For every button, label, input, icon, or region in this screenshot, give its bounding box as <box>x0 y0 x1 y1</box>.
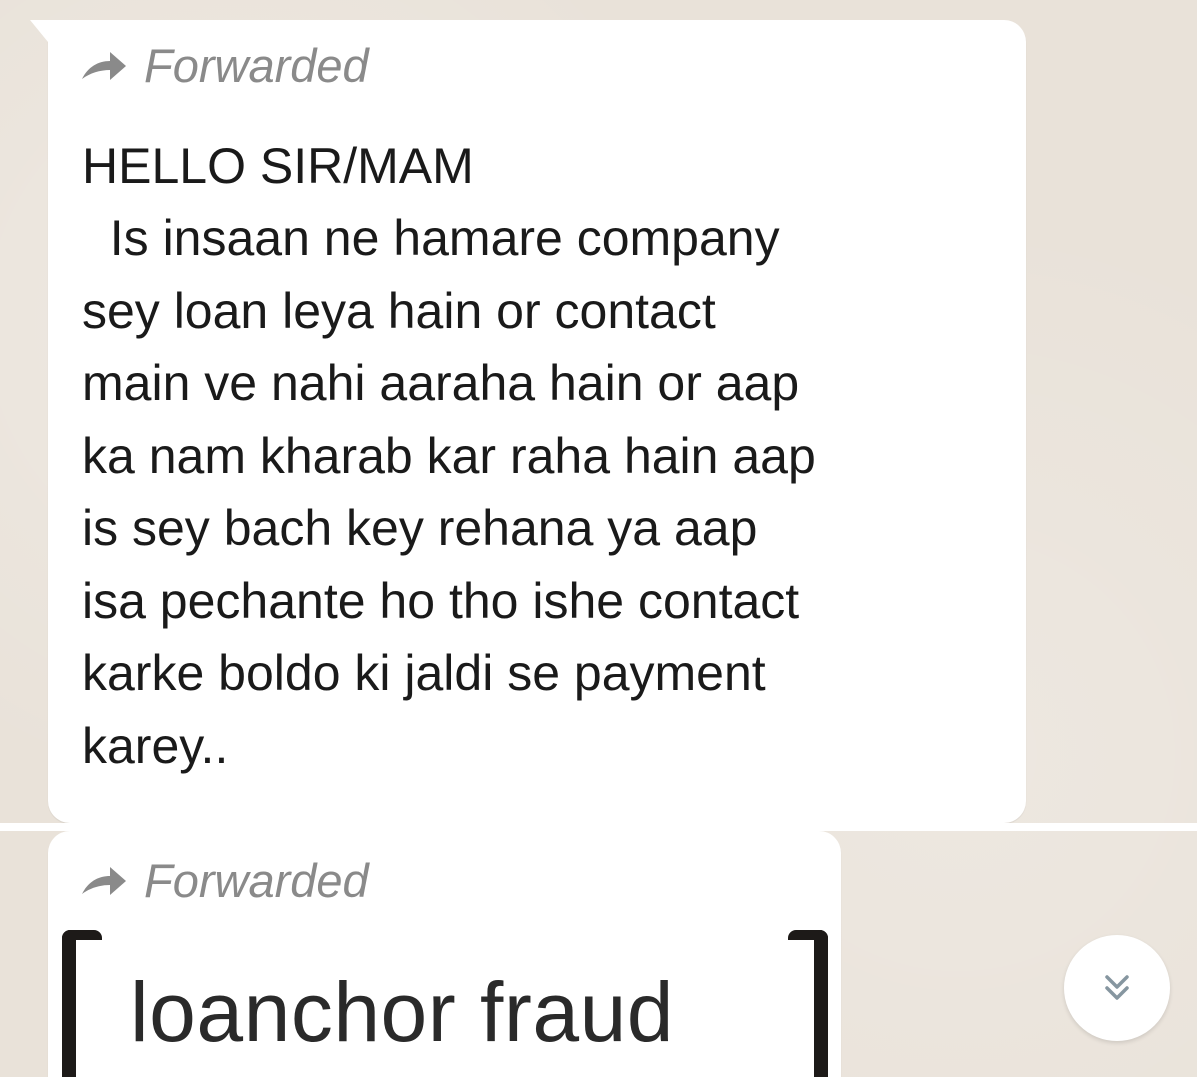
message-greeting: HELLO SIR/MAM <box>82 138 474 194</box>
double-chevron-down-icon <box>1097 968 1137 1008</box>
message-line: isa pechante ho tho ishe contact <box>82 572 800 629</box>
message-line: is sey bach key rehana ya aap <box>82 500 758 556</box>
scroll-to-bottom-button[interactable] <box>1064 935 1170 1041</box>
message-line: karey.. <box>82 717 229 774</box>
message-line: sey loan leya hain or contact <box>82 282 716 339</box>
forward-arrow-icon <box>80 49 128 83</box>
message-line: main ve nahi aaraha hain or aap <box>82 355 800 411</box>
image-border-right <box>788 930 828 1077</box>
forwarded-indicator: Forwarded <box>80 38 369 93</box>
message-line: Is insaan ne hamare company <box>82 210 780 266</box>
image-border-left <box>62 930 102 1077</box>
message-body: Is insaan ne hamare company sey loan ley… <box>82 202 1012 782</box>
bubble-tail <box>30 20 48 42</box>
forwarded-image-text: loanchor fraud <box>130 965 675 1059</box>
forwarded-indicator: Forwarded <box>80 853 369 908</box>
forwarded-label: Forwarded <box>144 854 369 907</box>
forward-arrow-icon <box>80 864 128 898</box>
forwarded-label: Forwarded <box>144 39 369 92</box>
message-line: karke boldo ki jaldi se payment <box>82 645 766 701</box>
message-line: ka nam kharab kar raha hain aap <box>82 427 816 484</box>
screenshot-divider <box>0 823 1197 831</box>
